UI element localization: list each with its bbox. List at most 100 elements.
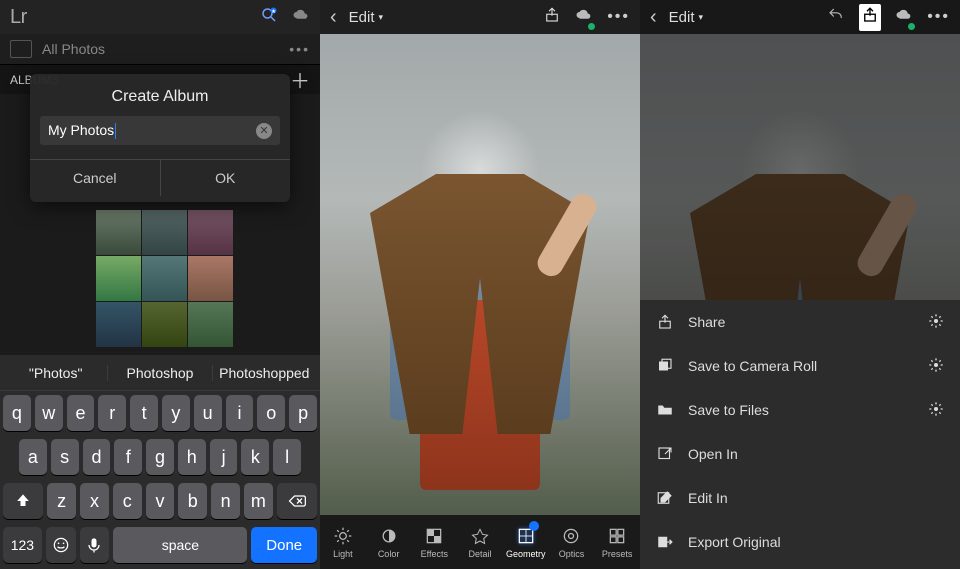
key-d[interactable]: d (83, 439, 111, 475)
key-mic[interactable] (80, 527, 110, 563)
save-roll-icon (656, 357, 674, 375)
premium-badge-icon (529, 521, 539, 531)
edit-toolbar: Light Color Effects Detail Geometry Opti… (320, 515, 640, 569)
cancel-button[interactable]: Cancel (30, 160, 160, 196)
share-header: ‹ Edit▾ ••• (640, 0, 960, 34)
share-item-label: Save to Camera Roll (688, 358, 817, 374)
grid-thumb[interactable] (96, 256, 141, 301)
keyboard: "Photos" Photoshop Photoshopped q w e r … (0, 355, 320, 569)
key-done[interactable]: Done (251, 527, 317, 563)
kb-suggestion[interactable]: Photoshopped (212, 365, 316, 381)
kb-suggestion[interactable]: "Photos" (4, 365, 107, 381)
key-v[interactable]: v (146, 483, 175, 519)
share-icon[interactable] (859, 4, 881, 31)
kb-suggestion[interactable]: Photoshop (107, 365, 211, 381)
gear-icon[interactable] (928, 401, 944, 420)
back-icon[interactable]: ‹ (330, 6, 337, 29)
edit-header: ‹ Edit▾ ••• (320, 0, 640, 34)
key-s[interactable]: s (51, 439, 79, 475)
key-f[interactable]: f (114, 439, 142, 475)
tool-label: Effects (421, 549, 448, 559)
grid-thumb[interactable] (96, 302, 141, 347)
tool-effects[interactable]: Effects (411, 515, 457, 569)
key-shift[interactable] (3, 483, 43, 519)
key-m[interactable]: m (244, 483, 273, 519)
photo-grid (96, 210, 232, 347)
more-icon[interactable]: ••• (927, 8, 950, 26)
key-c[interactable]: c (113, 483, 142, 519)
key-y[interactable]: y (162, 395, 190, 431)
key-numbers[interactable]: 123 (3, 527, 42, 563)
grid-thumb[interactable] (142, 302, 187, 347)
photo-canvas[interactable] (320, 0, 640, 569)
key-l[interactable]: l (273, 439, 301, 475)
share-item-export-original[interactable]: Export Original (640, 520, 960, 564)
key-emoji[interactable] (46, 527, 76, 563)
tool-geometry[interactable]: Geometry (503, 515, 549, 569)
key-n[interactable]: n (211, 483, 240, 519)
undo-icon[interactable] (827, 6, 845, 29)
cloud-sync-icon[interactable] (575, 6, 593, 29)
share-icon[interactable] (543, 6, 561, 29)
grid-thumb[interactable] (188, 256, 233, 301)
key-e[interactable]: e (67, 395, 95, 431)
key-w[interactable]: w (35, 395, 63, 431)
search-icon[interactable]: ★ (260, 6, 278, 29)
key-backspace[interactable] (277, 483, 317, 519)
clear-input-icon[interactable]: ✕ (256, 123, 272, 139)
tool-label: Presets (602, 549, 633, 559)
cloud-sync-icon[interactable] (895, 6, 913, 29)
back-icon[interactable]: ‹ (650, 6, 657, 29)
key-g[interactable]: g (146, 439, 174, 475)
key-p[interactable]: p (289, 395, 317, 431)
all-photos-row[interactable]: All Photos ••• (0, 34, 320, 64)
album-name-input[interactable]: My Photos ✕ (40, 116, 280, 145)
key-space[interactable]: space (113, 527, 247, 563)
key-b[interactable]: b (178, 483, 207, 519)
tool-color[interactable]: Color (366, 515, 412, 569)
key-z[interactable]: z (47, 483, 76, 519)
key-r[interactable]: r (98, 395, 126, 431)
share-item-camera-roll[interactable]: Save to Camera Roll (640, 344, 960, 388)
tool-optics[interactable]: Optics (549, 515, 595, 569)
tool-light[interactable]: Light (320, 515, 366, 569)
grid-thumb[interactable] (96, 210, 141, 255)
grid-thumb[interactable] (142, 210, 187, 255)
tool-detail[interactable]: Detail (457, 515, 503, 569)
edit-in-icon (656, 489, 674, 507)
grid-thumb[interactable] (142, 256, 187, 301)
panel-library: Lr ★ All Photos ••• ALBUMS ＋ Create Albu… (0, 0, 320, 569)
share-item-files[interactable]: Save to Files (640, 388, 960, 432)
gear-icon[interactable] (928, 313, 944, 332)
open-in-icon (656, 445, 674, 463)
edit-dropdown[interactable]: Edit▾ (669, 9, 703, 26)
key-q[interactable]: q (3, 395, 31, 431)
gallery-thumb-icon (10, 40, 32, 58)
gear-icon[interactable] (928, 357, 944, 376)
more-icon[interactable]: ••• (289, 41, 310, 57)
grid-thumb[interactable] (188, 302, 233, 347)
key-k[interactable]: k (241, 439, 269, 475)
share-item-label: Export Original (688, 534, 781, 550)
key-j[interactable]: j (210, 439, 238, 475)
key-t[interactable]: t (130, 395, 158, 431)
key-x[interactable]: x (80, 483, 109, 519)
edit-dropdown[interactable]: Edit▾ (349, 9, 383, 26)
more-icon[interactable]: ••• (607, 8, 630, 26)
key-h[interactable]: h (178, 439, 206, 475)
key-o[interactable]: o (257, 395, 285, 431)
tool-presets[interactable]: Presets (594, 515, 640, 569)
key-a[interactable]: a (19, 439, 47, 475)
add-album-icon[interactable]: ＋ (290, 65, 310, 94)
cloud-icon[interactable] (292, 6, 310, 29)
grid-thumb[interactable] (188, 210, 233, 255)
svg-text:★: ★ (271, 8, 276, 14)
share-item-share[interactable]: Share (640, 300, 960, 344)
ok-button[interactable]: OK (160, 160, 291, 196)
tool-label: Light (333, 549, 353, 559)
suggestion-bar: "Photos" Photoshop Photoshopped (0, 355, 320, 391)
share-item-open-in[interactable]: Open In (640, 432, 960, 476)
share-item-edit-in[interactable]: Edit In (640, 476, 960, 520)
key-i[interactable]: i (226, 395, 254, 431)
key-u[interactable]: u (194, 395, 222, 431)
